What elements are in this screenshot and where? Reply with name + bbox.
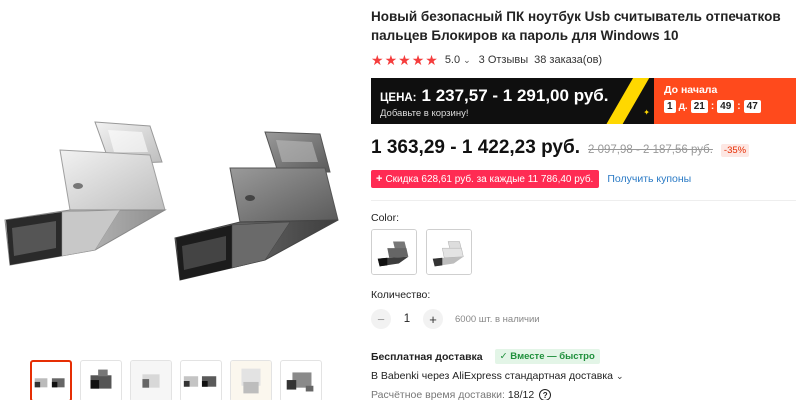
discount-badge: -35%	[720, 144, 750, 157]
price-row: 1 363,29 - 1 422,23 руб. 2 097,98 - 2 18…	[371, 137, 796, 159]
get-coupons-link[interactable]: Получить купоны	[607, 173, 691, 185]
countdown-panel: До начала 1 д. 21 : 49 : 47	[654, 78, 796, 124]
silver-sensor-illustration	[4, 121, 167, 266]
thumbnail-1[interactable]	[30, 360, 72, 400]
rating-value: 5.0	[444, 54, 461, 66]
thumbnail-strip	[30, 360, 322, 400]
delivery-header: Бесплатная доставка ✓ Вместе — быстро	[371, 349, 796, 364]
chevron-down-icon[interactable]: ⌄	[463, 55, 471, 66]
thumbnail-6[interactable]	[280, 360, 322, 400]
divider	[371, 200, 796, 201]
product-info: Новый безопасный ПК ноутбук Usb считыват…	[371, 0, 796, 400]
thumbnail-3[interactable]	[130, 360, 172, 400]
star-icon: ★	[371, 52, 384, 68]
countdown-seconds: 47	[743, 100, 761, 113]
delivery-option[interactable]: В Babenki через AliExpress стандартная д…	[371, 370, 796, 382]
rating-stars[interactable]: ★ ★ ★ ★ ★	[371, 53, 438, 67]
countdown-separator: :	[737, 101, 741, 112]
countdown-timer: 1 д. 21 : 49 : 47	[664, 100, 796, 113]
countdown-days: 1	[664, 100, 676, 113]
eta-value: 18/12	[507, 389, 535, 400]
delivery-description: В Babenki через AliExpress стандартная д…	[371, 370, 613, 382]
quantity-value[interactable]: 1	[391, 313, 423, 325]
coupon-badge[interactable]: + Скидка 628,61 руб. за каждые 11 786,40…	[371, 170, 600, 188]
promo-price-range: 1 237,57 - 1 291,00 руб.	[421, 86, 609, 105]
dark-sensor-illustration	[174, 131, 339, 281]
thumbnail-4[interactable]	[180, 360, 222, 400]
countdown-days-unit: д.	[678, 101, 688, 112]
coupon-text: Скидка 628,61 руб. за каждые 11 786,40 р…	[385, 173, 594, 185]
delivery-title: Бесплатная доставка	[371, 350, 483, 363]
variant-dark-gray[interactable]	[371, 229, 417, 275]
quantity-increase-button[interactable]: +	[423, 309, 443, 329]
countdown-hours: 21	[690, 100, 708, 113]
coupon-row: + Скидка 628,61 руб. за каждые 11 786,40…	[371, 170, 796, 188]
sparkle-icon: ✦	[628, 81, 638, 93]
promo-banner: ЦЕНА: 1 237,57 - 1 291,00 руб. Добавьте …	[371, 78, 796, 124]
star-icon: ★	[398, 52, 411, 68]
current-price: 1 363,29 - 1 422,23 руб.	[371, 137, 581, 158]
eta-label: Расчётное время доставки:	[371, 389, 505, 400]
promo-price-label: ЦЕНА:	[380, 92, 417, 104]
countdown-label: До начала	[664, 84, 718, 96]
old-price: 2 097,98 - 2 187,56 руб.	[588, 144, 713, 156]
orders-count: 38 заказа(ов)	[534, 54, 603, 66]
star-icon: ★	[411, 52, 425, 68]
color-variants	[371, 229, 796, 275]
variant-silver[interactable]	[426, 229, 472, 275]
quantity-label: Количество:	[371, 289, 431, 301]
thumbnail-2[interactable]	[80, 360, 122, 400]
quantity-decrease-button[interactable]: −	[371, 309, 391, 329]
countdown-minutes: 49	[717, 100, 735, 113]
reviews-link[interactable]: 3 Отзывы	[479, 54, 528, 66]
countdown-separator: :	[710, 101, 715, 112]
star-icon: ★	[384, 52, 398, 68]
help-circle-icon[interactable]: ?	[539, 389, 552, 400]
main-product-image[interactable]	[0, 60, 360, 300]
rating-row: ★ ★ ★ ★ ★ 5.0 ⌄ 3 Отзывы 38 заказа(ов)	[371, 52, 796, 68]
promo-price-panel: ЦЕНА: 1 237,57 - 1 291,00 руб. Добавьте …	[371, 78, 654, 124]
stock-available: 6000 шт. в наличии	[455, 313, 540, 325]
product-gallery	[0, 0, 360, 400]
delivery-badge: ✓ Вместе — быстро	[494, 349, 600, 364]
sparkle-icon: ✦	[643, 108, 650, 117]
chevron-down-icon: ⌄	[615, 370, 624, 381]
star-icon: ★	[425, 52, 438, 68]
thumbnail-5[interactable]	[230, 360, 272, 400]
delivery-eta: Расчётное время доставки: 18/12 ?	[371, 389, 796, 400]
color-label: Color:	[371, 212, 400, 224]
quantity-stepper: − 1 + 6000 шт. в наличии	[371, 309, 796, 329]
plus-icon: +	[376, 173, 383, 185]
product-title: Новый безопасный ПК ноутбук Usb считыват…	[371, 9, 781, 43]
